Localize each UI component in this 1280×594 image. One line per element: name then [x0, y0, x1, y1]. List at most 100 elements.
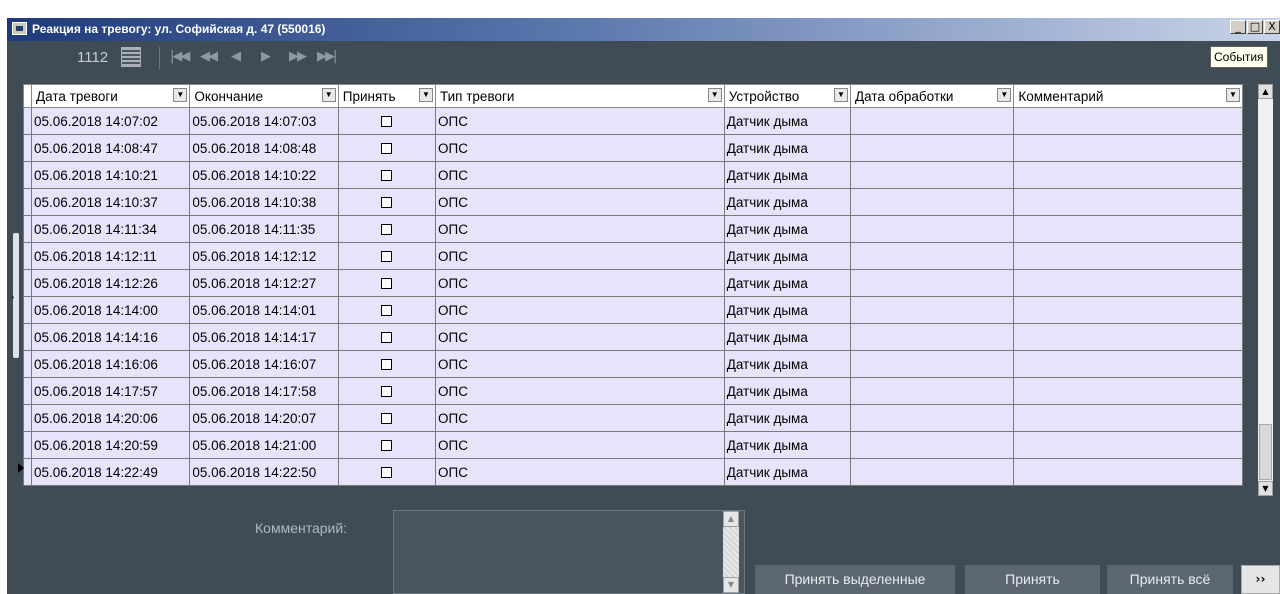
previous-page-icon[interactable]: ◀◀: [200, 49, 218, 65]
cell-accept[interactable]: [337, 215, 436, 243]
cell-comment[interactable]: [1013, 161, 1243, 189]
cell-alarm-type[interactable]: ОПС: [434, 350, 725, 378]
cell-device[interactable]: Датчик дыма: [723, 215, 851, 243]
filter-dropdown-icon[interactable]: ▼: [997, 88, 1012, 102]
accept-checkbox[interactable]: [381, 197, 393, 209]
cell-comment[interactable]: [1013, 134, 1243, 162]
cell-device[interactable]: Датчик дыма: [723, 107, 851, 135]
accept-checkbox[interactable]: [381, 359, 393, 371]
cell-end-date[interactable]: 05.06.2018 14:16:07: [189, 350, 339, 378]
cell-device[interactable]: Датчик дыма: [723, 161, 851, 189]
table-row[interactable]: 05.06.2018 14:17:57 05.06.2018 14:17:58 ОП…: [22, 377, 1243, 405]
cell-device[interactable]: Датчик дыма: [723, 296, 851, 324]
cell-accept[interactable]: [337, 161, 436, 189]
cell-processed-date[interactable]: [849, 350, 1015, 378]
close-button[interactable]: X: [1264, 20, 1280, 34]
table-row[interactable]: 05.06.2018 14:10:37 05.06.2018 14:10:38 ОП…: [22, 188, 1243, 216]
cell-comment[interactable]: [1013, 323, 1243, 351]
cell-device[interactable]: Датчик дыма: [723, 242, 851, 270]
cell-alarm-type[interactable]: ОПС: [434, 188, 725, 216]
cell-alarm-type[interactable]: ОПС: [434, 296, 725, 324]
cell-alarm-date[interactable]: 05.06.2018 14:08:47: [31, 134, 191, 162]
cell-end-date[interactable]: 05.06.2018 14:14:01: [189, 296, 339, 324]
table-vertical-scrollbar[interactable]: ▲ ▼: [1258, 84, 1273, 496]
accept-button[interactable]: Принять: [965, 565, 1100, 594]
cell-alarm-date[interactable]: 05.06.2018 14:20:59: [31, 431, 191, 459]
cell-alarm-date[interactable]: 05.06.2018 14:16:06: [31, 350, 191, 378]
accept-checkbox[interactable]: [381, 278, 393, 290]
table-row[interactable]: 05.06.2018 14:20:59 05.06.2018 14:21:00 ОП…: [22, 431, 1243, 459]
cell-alarm-date[interactable]: 05.06.2018 14:12:26: [31, 269, 191, 297]
column-header-accept[interactable]: Принять ▼: [337, 84, 436, 108]
cell-accept[interactable]: [337, 377, 436, 405]
cell-end-date[interactable]: 05.06.2018 14:21:00: [189, 431, 339, 459]
table-row[interactable]: 05.06.2018 14:22:49 05.06.2018 14:22:50 ОП…: [22, 458, 1243, 486]
cell-end-date[interactable]: 05.06.2018 14:08:48: [189, 134, 339, 162]
cell-alarm-type[interactable]: ОПС: [434, 458, 725, 486]
cell-end-date[interactable]: 05.06.2018 14:22:50: [189, 458, 339, 486]
scroll-down-icon[interactable]: ▼: [1258, 481, 1273, 496]
table-row[interactable]: 05.06.2018 14:14:16 05.06.2018 14:14:17 ОП…: [22, 323, 1243, 351]
comment-scrollbar[interactable]: ▲ ▼: [723, 511, 739, 593]
cell-comment[interactable]: [1013, 188, 1243, 216]
cell-comment[interactable]: [1013, 242, 1243, 270]
cell-alarm-date[interactable]: 05.06.2018 14:10:21: [31, 161, 191, 189]
cell-end-date[interactable]: 05.06.2018 14:17:58: [189, 377, 339, 405]
cell-device[interactable]: Датчик дыма: [723, 377, 851, 405]
cell-end-date[interactable]: 05.06.2018 14:12:27: [189, 269, 339, 297]
cell-alarm-type[interactable]: ОПС: [434, 404, 725, 432]
comment-textarea[interactable]: [393, 510, 745, 594]
cell-accept[interactable]: [337, 296, 436, 324]
cell-comment[interactable]: [1013, 350, 1243, 378]
expand-arrow-icon[interactable]: ›: [11, 293, 15, 303]
cell-device[interactable]: Датчик дыма: [723, 134, 851, 162]
table-row[interactable]: 05.06.2018 14:14:00 05.06.2018 14:14:01 ОП…: [22, 296, 1243, 324]
cell-processed-date[interactable]: [849, 161, 1015, 189]
cell-end-date[interactable]: 05.06.2018 14:10:38: [189, 188, 339, 216]
scroll-up-icon[interactable]: ▲: [723, 511, 739, 527]
cell-alarm-type[interactable]: ОПС: [434, 323, 725, 351]
cell-device[interactable]: Датчик дыма: [723, 323, 851, 351]
cell-accept[interactable]: [337, 350, 436, 378]
table-row[interactable]: 05.06.2018 14:12:11 05.06.2018 14:12:12 ОП…: [22, 242, 1243, 270]
cell-accept[interactable]: [337, 269, 436, 297]
scroll-down-icon[interactable]: ▼: [723, 577, 739, 593]
column-header-comment[interactable]: Комментарий ▼: [1013, 84, 1243, 108]
cell-processed-date[interactable]: [849, 296, 1015, 324]
cell-processed-date[interactable]: [849, 404, 1015, 432]
cell-comment[interactable]: [1013, 215, 1243, 243]
first-record-icon[interactable]: |◀◀: [170, 49, 190, 65]
more-button[interactable]: ››: [1241, 565, 1280, 594]
accept-checkbox[interactable]: [381, 413, 393, 425]
next-page-icon[interactable]: ▶▶: [289, 49, 307, 65]
table-row[interactable]: 05.06.2018 14:08:47 05.06.2018 14:08:48 ОП…: [22, 134, 1243, 162]
cell-processed-date[interactable]: [849, 431, 1015, 459]
cell-processed-date[interactable]: [849, 377, 1015, 405]
cell-comment[interactable]: [1013, 431, 1243, 459]
accept-checkbox[interactable]: [381, 251, 393, 263]
column-header-end[interactable]: Окончание ▼: [189, 84, 339, 108]
table-row[interactable]: 05.06.2018 14:16:06 05.06.2018 14:16:07 ОП…: [22, 350, 1243, 378]
cell-accept[interactable]: [337, 242, 436, 270]
cell-alarm-type[interactable]: ОПС: [434, 107, 725, 135]
accept-checkbox[interactable]: [381, 224, 393, 236]
table-row[interactable]: 05.06.2018 14:20:06 05.06.2018 14:20:07 ОП…: [22, 404, 1243, 432]
accept-checkbox[interactable]: [381, 305, 393, 317]
accept-selected-button[interactable]: Принять выделенные: [755, 565, 955, 594]
accept-all-button[interactable]: Принять всё: [1107, 565, 1233, 594]
table-view-icon[interactable]: [121, 47, 141, 67]
cell-processed-date[interactable]: [849, 188, 1015, 216]
cell-alarm-date[interactable]: 05.06.2018 14:12:11: [31, 242, 191, 270]
cell-end-date[interactable]: 05.06.2018 14:14:17: [189, 323, 339, 351]
filter-dropdown-icon[interactable]: ▼: [707, 88, 722, 102]
cell-end-date[interactable]: 05.06.2018 14:11:35: [189, 215, 339, 243]
cell-processed-date[interactable]: [849, 134, 1015, 162]
cell-processed-date[interactable]: [849, 269, 1015, 297]
cell-accept[interactable]: [337, 458, 436, 486]
last-record-icon[interactable]: ▶▶|: [317, 49, 337, 65]
cell-end-date[interactable]: 05.06.2018 14:12:12: [189, 242, 339, 270]
title-bar[interactable]: Реакция на тревогу: ул. Софийская д. 47 …: [7, 18, 1280, 41]
accept-checkbox[interactable]: [381, 170, 393, 182]
cell-alarm-type[interactable]: ОПС: [434, 377, 725, 405]
cell-alarm-type[interactable]: ОПС: [434, 269, 725, 297]
